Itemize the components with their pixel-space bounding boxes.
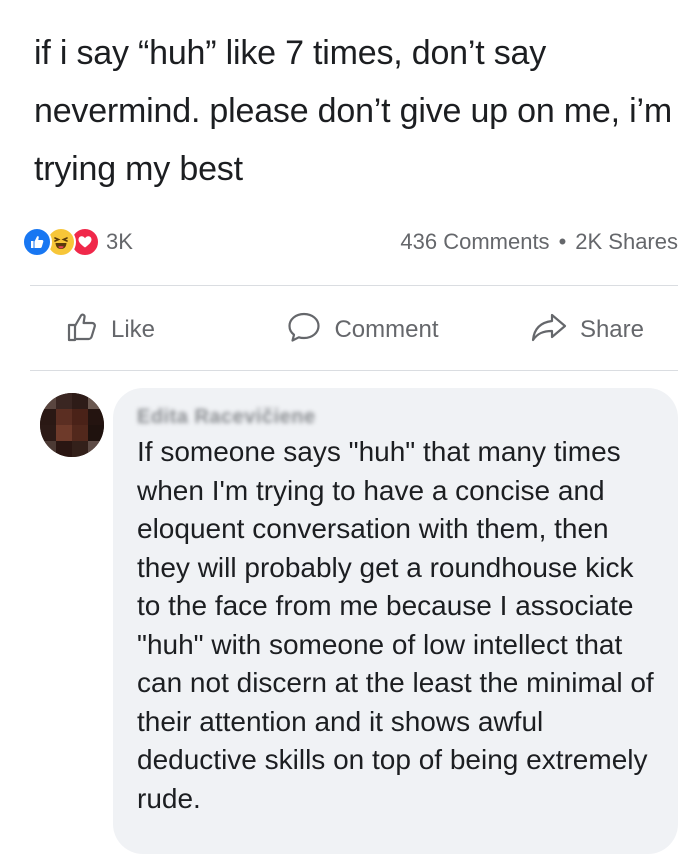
share-button[interactable]: Share	[530, 311, 644, 350]
pixelated-avatar-image	[40, 393, 104, 457]
shares-count-link[interactable]: 2K Shares	[575, 229, 678, 255]
divider	[30, 370, 678, 371]
reaction-count: 3K	[106, 229, 133, 254]
share-button-label: Share	[579, 316, 644, 343]
comment-bubble: Edita Racevičiene If someone says "huh" …	[113, 388, 678, 854]
like-button[interactable]: Like	[65, 310, 155, 351]
reaction-icons[interactable]	[22, 227, 100, 257]
like-button-label: Like	[111, 316, 156, 343]
comment-button-label: Comment	[334, 316, 439, 343]
comment-button[interactable]: Comment	[286, 310, 439, 351]
commenter-name[interactable]: Edita Racevičiene	[137, 406, 316, 429]
comment-text: If someone says "huh" that many times wh…	[137, 436, 654, 814]
post-stats-row: 3K 436 Comments • 2K Shares	[22, 222, 678, 262]
post-text: if i say “huh” like 7 times, don’t say n…	[34, 34, 672, 188]
separator-dot: •	[558, 229, 567, 254]
speech-bubble-icon	[286, 310, 334, 351]
share-arrow-icon	[530, 311, 580, 350]
post-actions-bar: Like Comment Share	[40, 300, 660, 360]
reactions-summary[interactable]: 3K	[22, 227, 133, 257]
like-reaction-icon	[22, 227, 52, 257]
thumbs-up-icon	[65, 310, 111, 351]
comments-count-link[interactable]: 436 Comments	[400, 229, 549, 255]
commenter-avatar[interactable]	[40, 393, 104, 457]
engagement-counts: 436 Comments • 2K Shares	[400, 229, 678, 255]
divider	[30, 285, 678, 286]
